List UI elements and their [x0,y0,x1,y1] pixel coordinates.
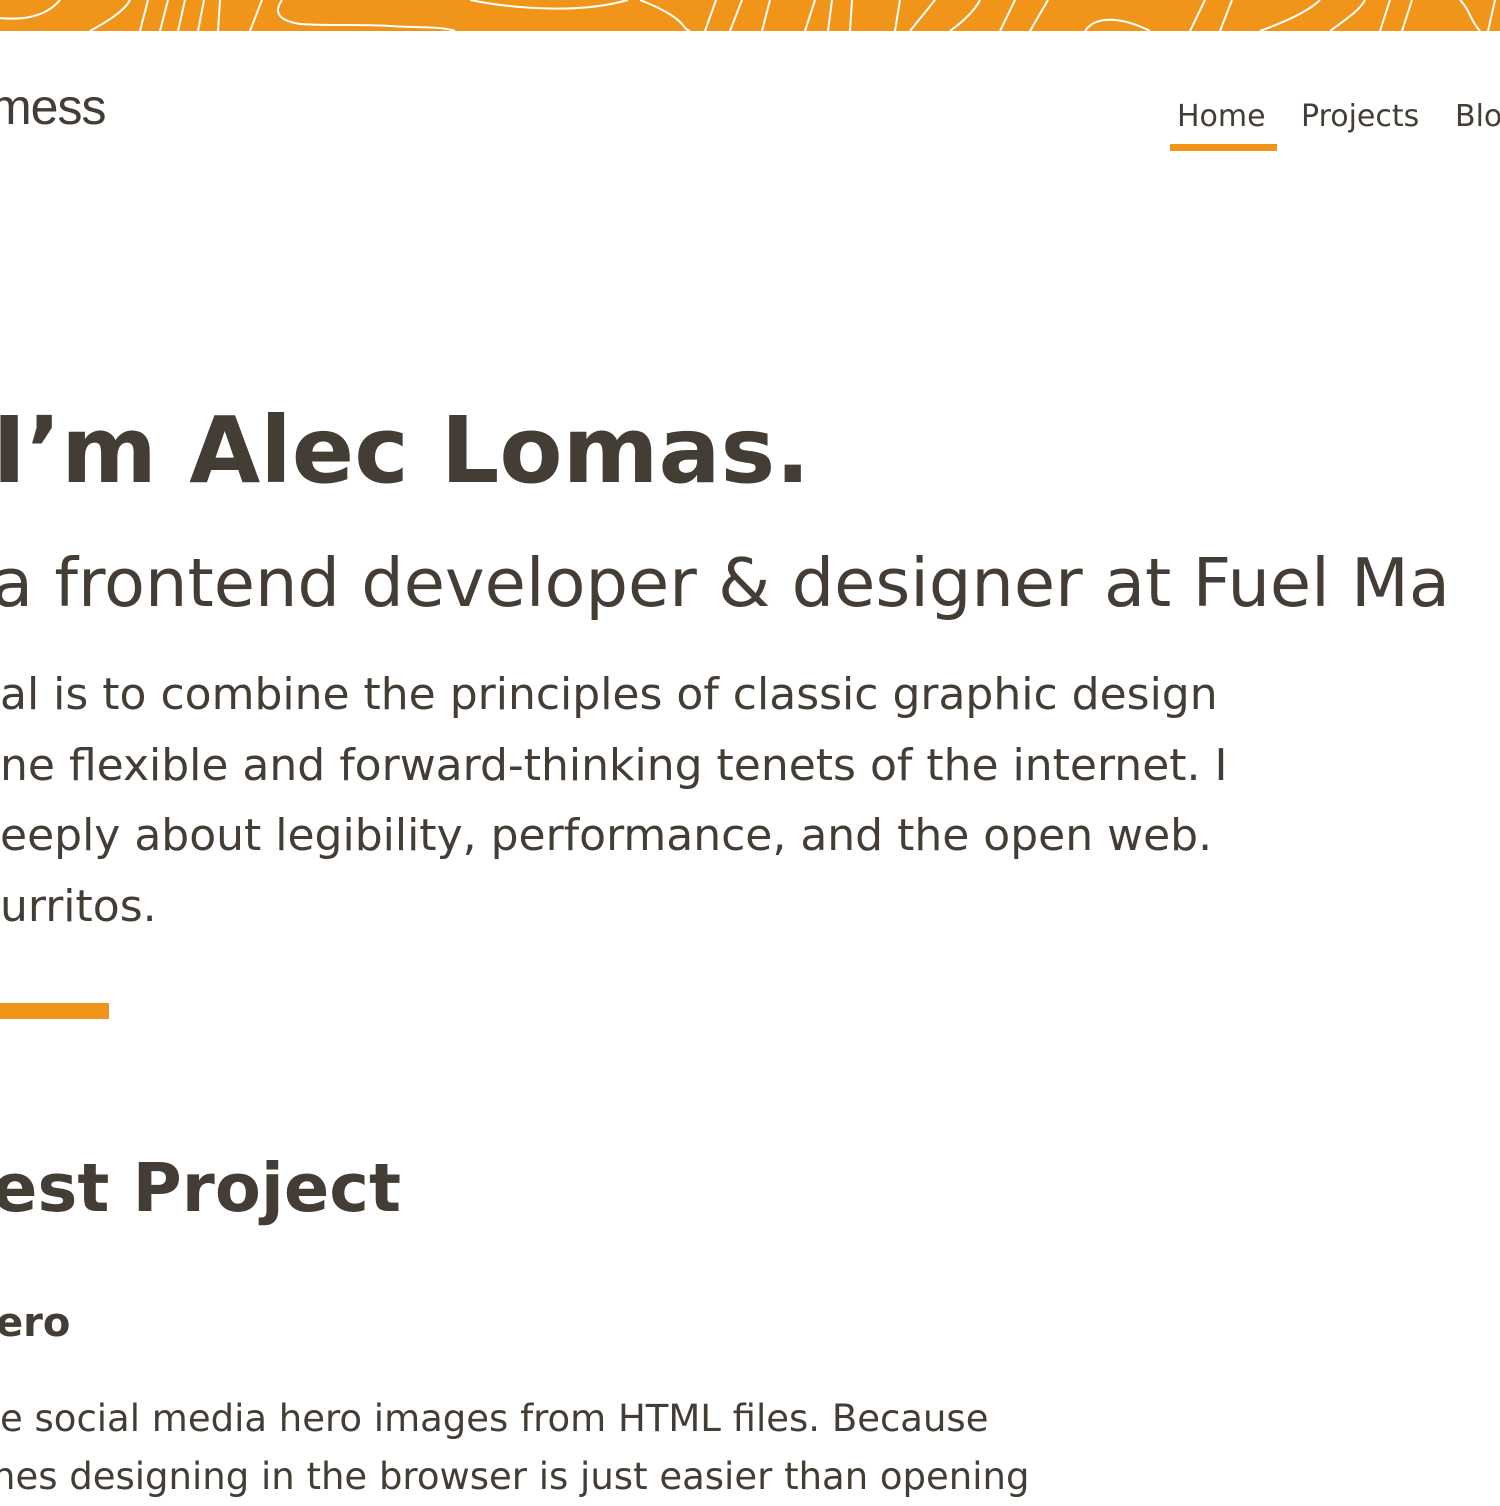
hero-subtitle: a frontend developer & designer at Fuel … [0,544,1450,622]
bio-line: urritos. [0,880,157,932]
nav-link-blog[interactable]: Blo [1455,98,1500,136]
project-description: e social media hero images from HTML fil… [0,1390,1029,1506]
project-title[interactable]: ero [0,1300,70,1346]
active-nav-indicator [1170,144,1277,151]
project-description-line: e social media hero images from HTML fil… [0,1397,989,1440]
decorative-topographic-banner [0,0,1500,31]
section-divider [0,1003,109,1019]
latest-project-heading: est Project [0,1149,402,1227]
bio-paragraph: al is to combine the principles of class… [0,660,1227,942]
bio-line: al is to combine the principles of class… [0,669,1218,720]
project-description-line: nes designing in the browser is just eas… [0,1455,1030,1498]
nav-link-projects[interactable]: Projects [1301,98,1419,136]
bio-line: eeply about legibility, performance, and… [0,810,1213,861]
nav-link-home[interactable]: Home [1177,98,1266,136]
topographic-pattern-icon [0,0,1496,31]
bio-line: ne flexible and forward-thinking tenets … [0,739,1228,791]
main-navigation: Home Projects Blo [0,98,1500,158]
hero-title: I’m Alec Lomas. [0,397,811,504]
